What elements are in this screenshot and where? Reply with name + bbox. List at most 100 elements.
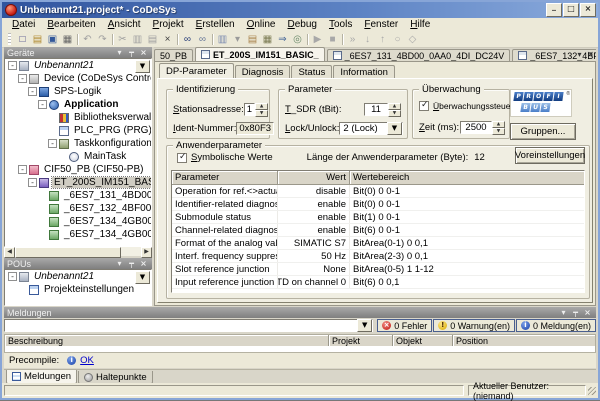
redo-icon[interactable]: ↷: [95, 32, 110, 46]
device-tree-item[interactable]: PLC_PRG (PRG): [5, 124, 151, 137]
expand-toggle-icon[interactable]: -: [28, 87, 37, 96]
device-tree-item[interactable]: - SPS-Logik: [5, 85, 151, 98]
menu-item[interactable]: Erstellen: [190, 19, 241, 30]
parameter-table-row[interactable]: Operation for ref.<>actual conf. disable…: [172, 185, 584, 198]
copy-icon[interactable]: ▥: [130, 32, 145, 46]
panel-pin-icon[interactable]: [570, 308, 581, 317]
expand-toggle-icon[interactable]: -: [18, 74, 27, 83]
pous-panel-header[interactable]: POUs: [4, 258, 152, 269]
voreinstellungen-button[interactable]: Voreinstellungen: [515, 147, 585, 164]
message-category-select[interactable]: [4, 319, 374, 332]
expand-toggle-icon[interactable]: -: [48, 139, 57, 148]
menu-item[interactable]: Bearbeiten: [41, 19, 101, 30]
dp-editor-tab[interactable]: Status: [291, 65, 333, 78]
panel-menu-icon[interactable]: [114, 48, 125, 57]
device-tree-item[interactable]: _6ES7_132_4BF00_0AA0_8: [5, 202, 151, 215]
device-tree-item[interactable]: - Unbenannt21: [5, 59, 151, 72]
menu-item[interactable]: Tools: [323, 19, 358, 30]
panel-close-icon[interactable]: [138, 259, 149, 268]
print-icon[interactable]: ▦: [60, 32, 75, 46]
find-icon[interactable]: ∞: [180, 32, 195, 46]
column-header[interactable]: Parameter: [172, 171, 278, 184]
horizontal-scrollbar[interactable]: ◀ ▶: [4, 247, 152, 258]
tree-dropdown-button[interactable]: [135, 271, 150, 284]
dropdown-arrow-icon[interactable]: [387, 122, 402, 135]
single-cycle-icon[interactable]: ◇: [405, 32, 420, 46]
editor-tab[interactable]: ET_200S_IM151_BASIC_: [195, 47, 325, 61]
parameter-table-row[interactable]: Channel-related diagnostics enable Bit(6…: [172, 224, 584, 237]
panel-menu-icon[interactable]: [114, 259, 125, 268]
device-tree-item[interactable]: - CIF50_PB (CIF50-PB): [5, 163, 151, 176]
zeit-stepper[interactable]: [492, 121, 505, 135]
undo-icon[interactable]: ↶: [80, 32, 95, 46]
column-header[interactable]: Wertebereich: [350, 171, 584, 184]
message-count-badge[interactable]: 0 Meldung(en): [515, 319, 596, 332]
menu-item[interactable]: Debug: [282, 19, 323, 30]
stop-icon[interactable]: ■: [325, 32, 340, 46]
expand-toggle-icon[interactable]: -: [8, 61, 17, 70]
device-tree-item[interactable]: - ET_200S_IM151_BASIC_ (ET 20: [5, 176, 151, 189]
save-icon[interactable]: ▣: [45, 32, 60, 46]
menu-item[interactable]: Ansicht: [102, 19, 147, 30]
editor-tab[interactable]: _6ES7_131_4BD00_0AA0_4DI_DC24V: [326, 49, 511, 61]
online-config-icon[interactable]: ◎: [290, 32, 305, 46]
menu-item[interactable]: Hilfe: [404, 19, 436, 30]
find-replace-icon[interactable]: ∞: [195, 32, 210, 46]
parameter-table-row[interactable]: Identifier-related diagnostics enable Bi…: [172, 198, 584, 211]
tab-list-dropdown-icon[interactable]: ▾: [574, 49, 585, 60]
parameter-table-row[interactable]: Interf. frequency suppression 50 Hz BitA…: [172, 250, 584, 263]
device-tree-item[interactable]: - Application: [5, 98, 151, 111]
menu-item[interactable]: Datei: [6, 19, 41, 30]
delete-icon[interactable]: ×: [160, 32, 175, 46]
devices-panel-header[interactable]: Geräte: [4, 47, 152, 58]
expand-toggle-icon[interactable]: -: [18, 165, 27, 174]
panel-pin-icon[interactable]: [126, 48, 137, 57]
scrollbar-thumb[interactable]: [15, 247, 121, 258]
editor-tab[interactable]: 50_PB: [154, 49, 194, 61]
menu-item[interactable]: Online: [241, 19, 282, 30]
panel-close-icon[interactable]: [582, 308, 593, 317]
run-icon[interactable]: ▶: [310, 32, 325, 46]
close-button[interactable]: [580, 3, 596, 17]
pou-tree-item[interactable]: - Unbenannt21: [5, 270, 151, 283]
new-file-icon[interactable]: □: [15, 32, 30, 46]
step-over-icon[interactable]: »: [345, 32, 360, 46]
reset-icon[interactable]: ○: [390, 32, 405, 46]
panel-pin-icon[interactable]: [126, 259, 137, 268]
tsdr-input[interactable]: 11: [364, 103, 388, 116]
title-bar[interactable]: Unbenannt21.project* - CoDeSys: [2, 2, 598, 18]
expand-toggle-icon[interactable]: -: [8, 272, 17, 281]
login-icon[interactable]: ⇒: [275, 32, 290, 46]
station-address-stepper[interactable]: [255, 103, 269, 117]
device-tree-item[interactable]: MainTask: [5, 150, 151, 163]
gruppen-button[interactable]: Gruppen...: [510, 123, 576, 140]
dp-editor-tab[interactable]: Diagnosis: [234, 65, 291, 78]
watchdog-checkbox[interactable]: [419, 100, 429, 111]
precompile-ok-link[interactable]: OK: [80, 355, 94, 366]
parameter-table-row[interactable]: Submodule status enable Bit(1) 0 0-1: [172, 211, 584, 224]
device-tree-item[interactable]: - Device (CoDeSys Control Win V3): [5, 72, 151, 85]
dock-tab[interactable]: Meldungen: [6, 370, 78, 384]
panel-menu-icon[interactable]: [558, 308, 569, 317]
dp-editor-tab[interactable]: Information: [333, 65, 395, 78]
messages-panel-header[interactable]: Meldungen: [4, 307, 596, 318]
device-tree-item[interactable]: _6ES7_134_4GB00_0AB0_2: [5, 228, 151, 241]
library-icon[interactable]: ▥: [215, 32, 230, 46]
minimize-button[interactable]: [546, 3, 562, 17]
expand-toggle-icon[interactable]: -: [38, 100, 47, 109]
toolbar-grip[interactable]: [8, 33, 11, 45]
pou-tree-item[interactable]: Projekteinstellungen: [5, 283, 151, 296]
parameter-table-row[interactable]: Format of the analog values SIMATIC S7 B…: [172, 237, 584, 250]
maximize-button[interactable]: [563, 3, 579, 17]
panel-close-icon[interactable]: [138, 48, 149, 57]
build-icon[interactable]: ▤: [245, 32, 260, 46]
menu-item[interactable]: Projekt: [147, 19, 190, 30]
scroll-right-icon[interactable]: ▶: [141, 247, 152, 258]
station-address-input[interactable]: 1: [243, 103, 256, 116]
step-out-icon[interactable]: ↑: [375, 32, 390, 46]
parameter-table-row[interactable]: Input reference junction RTD on channel …: [172, 276, 584, 289]
device-tree-item[interactable]: - Taskkonfiguration: [5, 137, 151, 150]
dp-editor-tab[interactable]: DP-Parameter: [159, 63, 234, 78]
device-tree-item[interactable]: Bibliotheksverwalter: [5, 111, 151, 124]
menu-item[interactable]: Fenster: [358, 19, 404, 30]
